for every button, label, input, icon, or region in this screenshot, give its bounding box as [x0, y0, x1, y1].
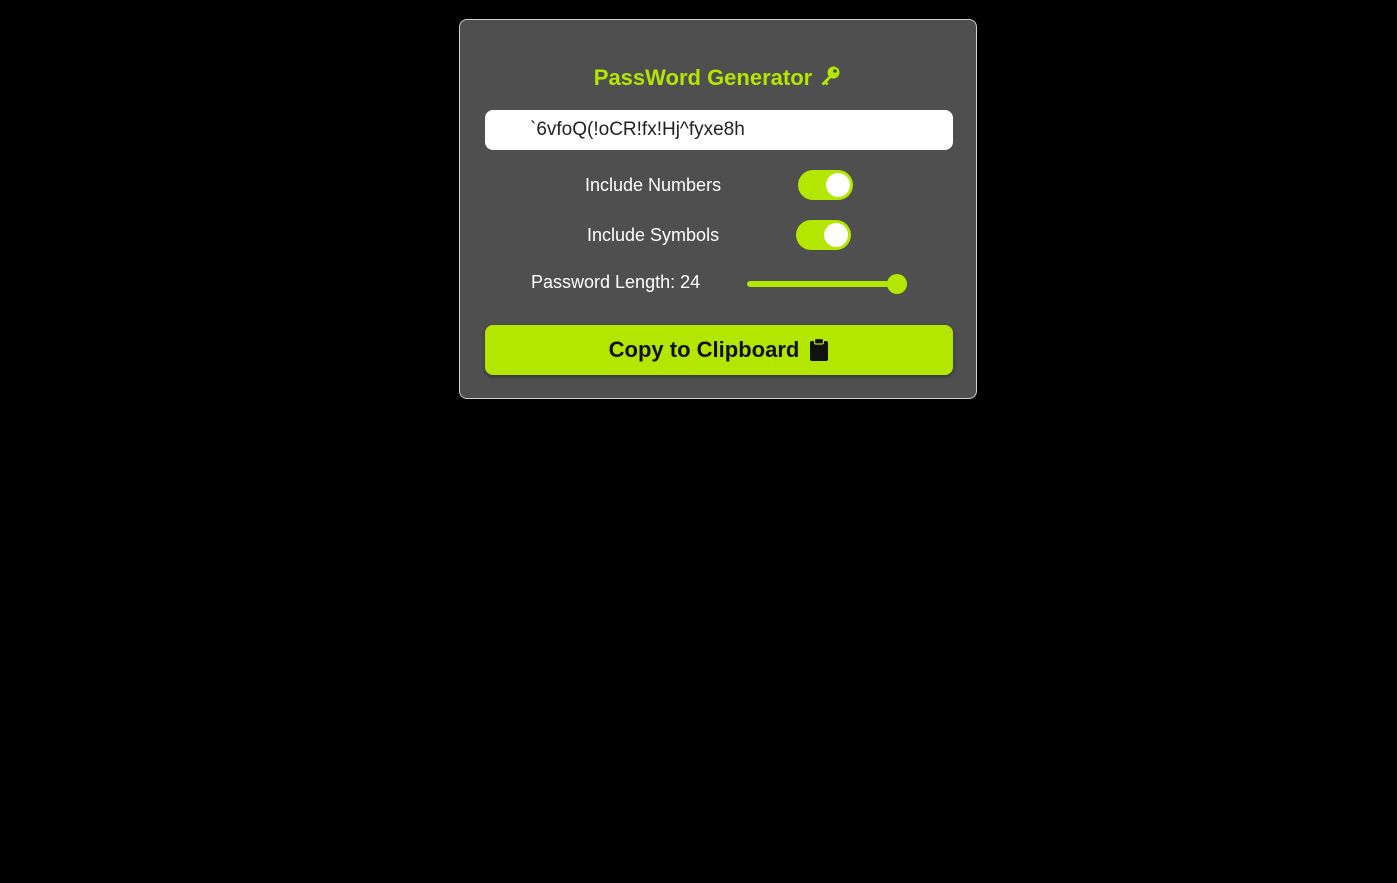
password-generator-card: PassWord Generator Include Numbers Inclu… — [459, 19, 977, 399]
clipboard-icon — [809, 337, 829, 362]
password-length-slider[interactable] — [747, 281, 907, 287]
slider-thumb[interactable] — [887, 274, 908, 294]
include-symbols-label: Include Symbols — [587, 225, 720, 245]
page-title: PassWord Generator — [460, 64, 976, 95]
key-icon — [818, 64, 842, 95]
toggle-knob — [826, 173, 850, 197]
password-output-field[interactable] — [485, 110, 953, 150]
copy-to-clipboard-button[interactable]: Copy to Clipboard — [485, 325, 953, 375]
include-numbers-label: Include Numbers — [585, 175, 722, 195]
include-numbers-toggle[interactable] — [798, 170, 853, 200]
copy-button-label: Copy to Clipboard — [608, 337, 800, 362]
password-length-label: Password Length: 24 — [531, 272, 701, 292]
toggle-knob — [824, 223, 848, 247]
include-symbols-toggle[interactable] — [796, 220, 851, 250]
title-text: PassWord Generator — [593, 65, 813, 90]
